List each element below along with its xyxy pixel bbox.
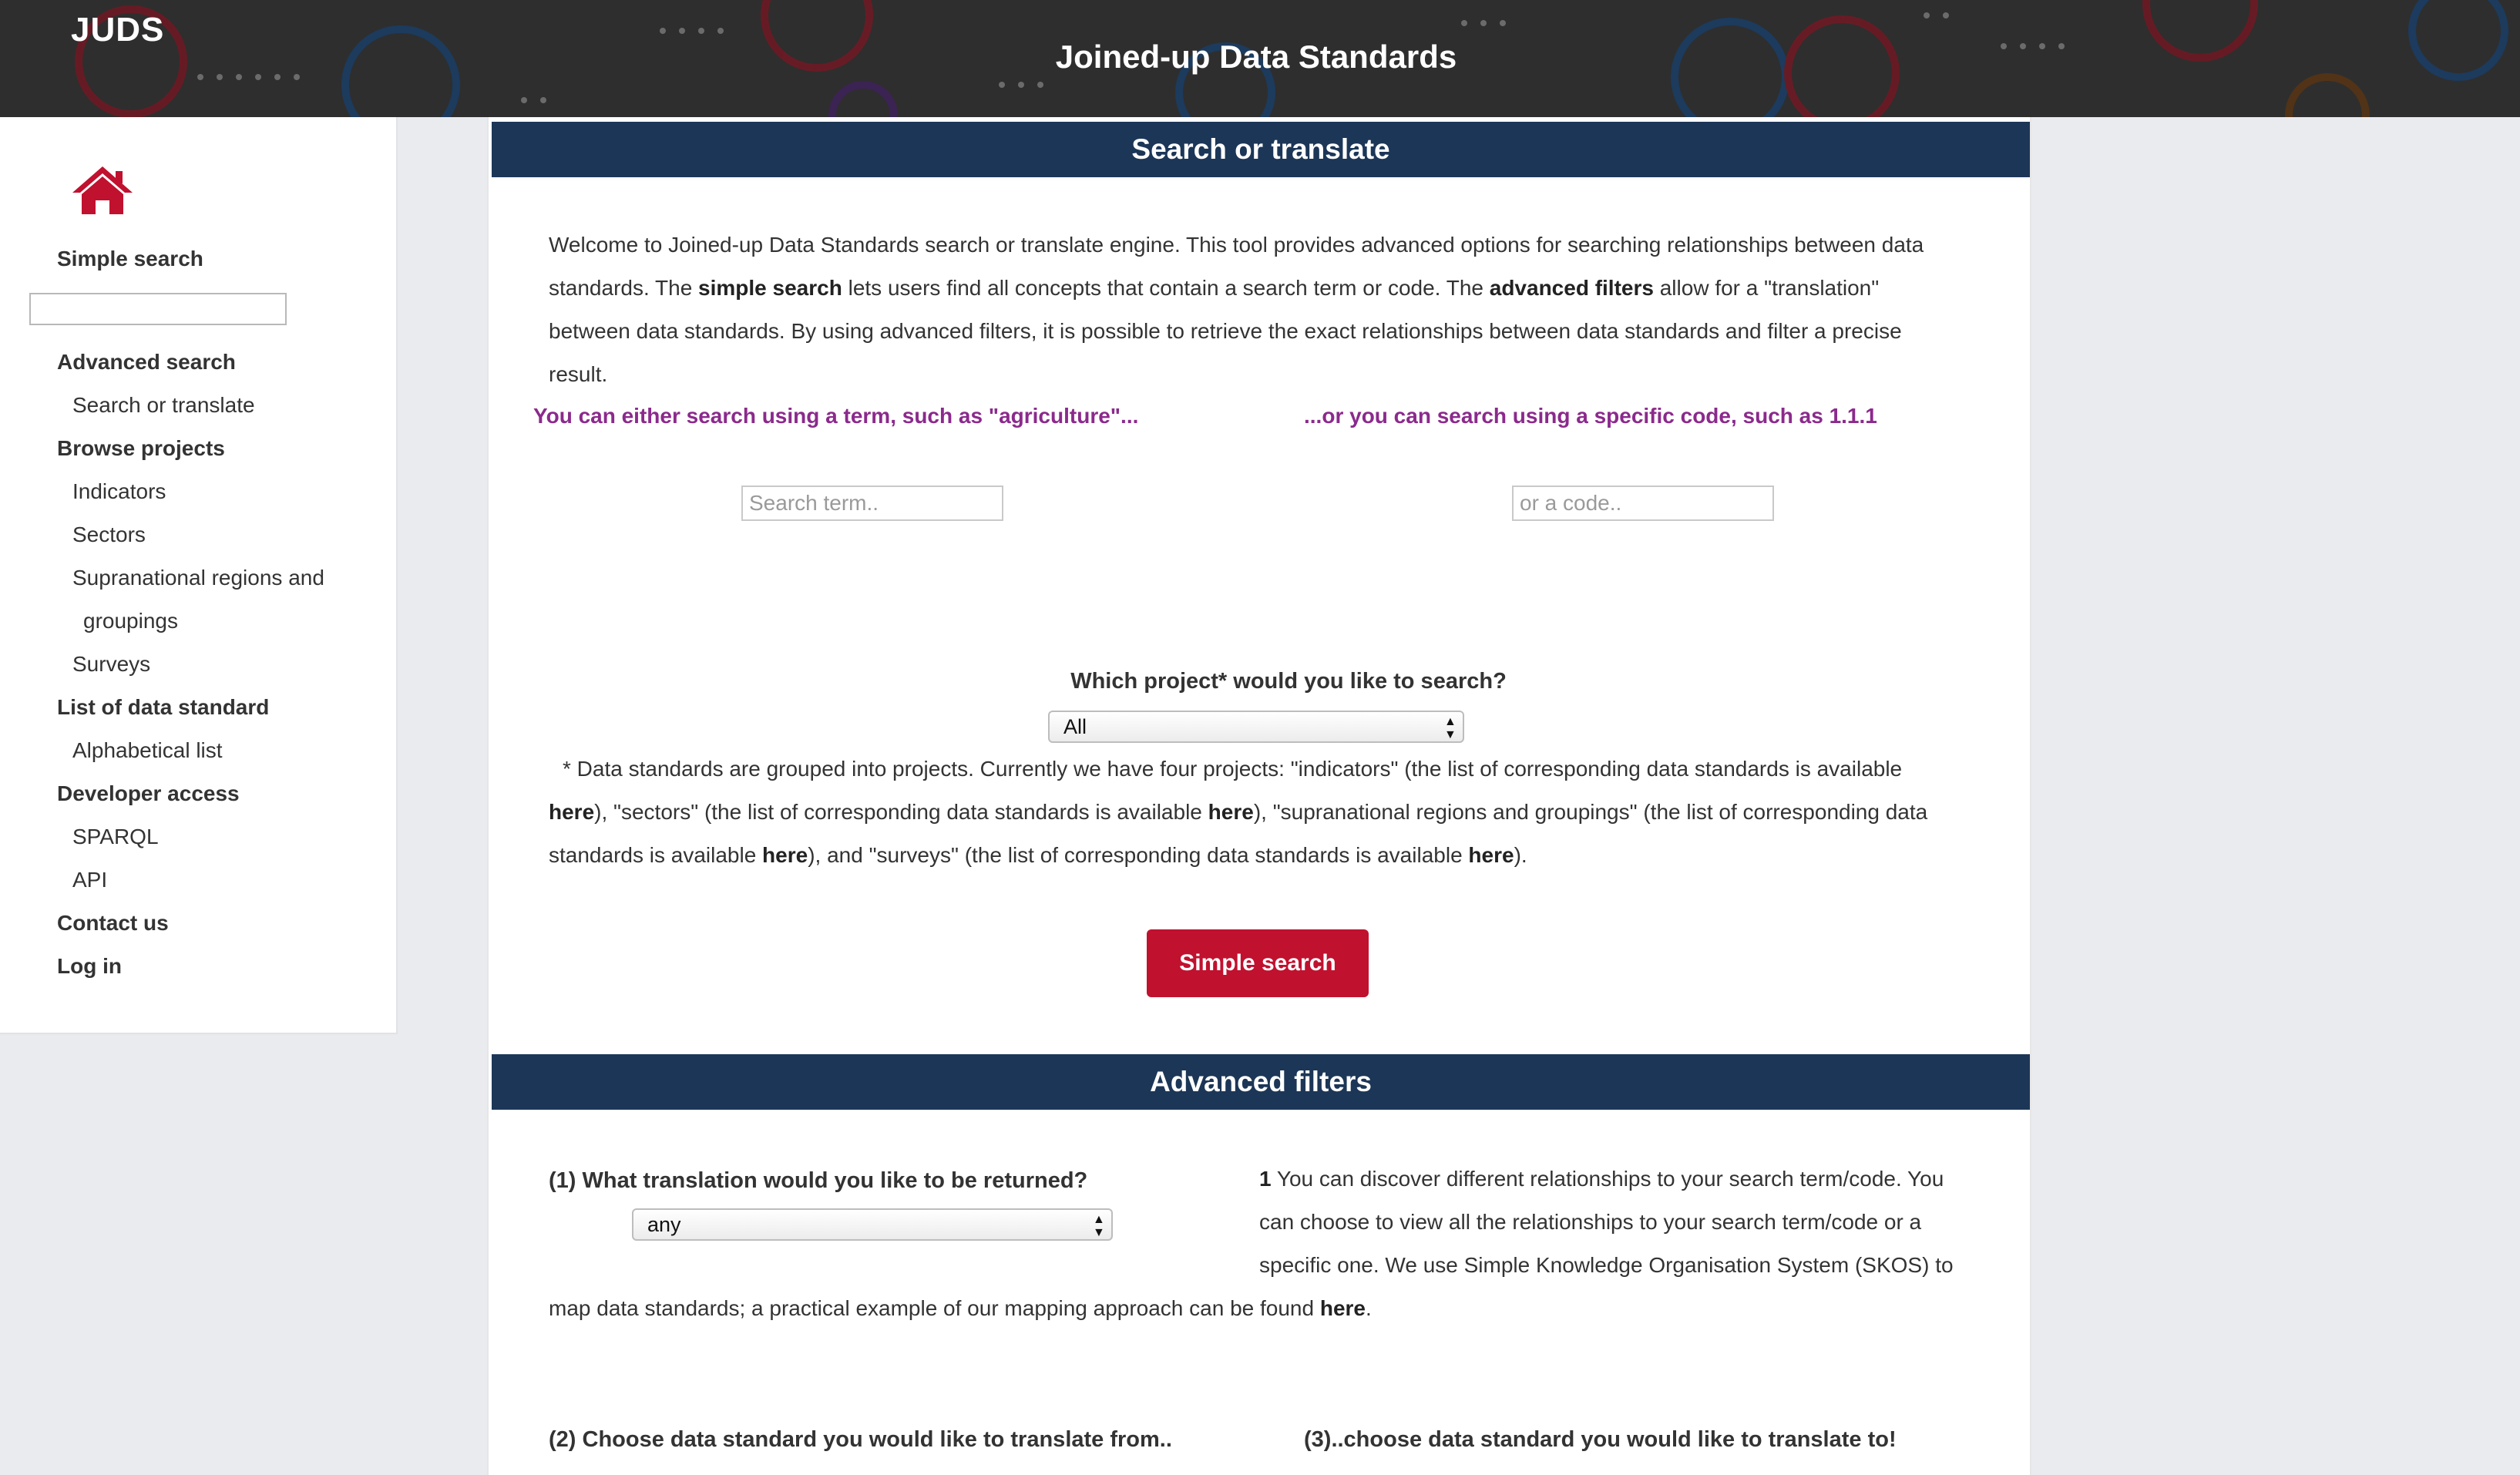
- sidebar: Simple search Advanced search Search or …: [0, 117, 398, 1034]
- select-arrows-icon: ▲ ▼: [1444, 715, 1457, 741]
- advanced-filters-heading: Advanced filters: [492, 1054, 2030, 1110]
- sidebar-item-sparql[interactable]: SPARQL: [72, 825, 159, 849]
- sidebar-item-indicators[interactable]: Indicators: [72, 479, 166, 504]
- search-code-input[interactable]: [1512, 486, 1774, 521]
- sidebar-item-surveys[interactable]: Surveys: [72, 652, 150, 677]
- mapping-info: map data standards; a practical example …: [549, 1296, 1372, 1320]
- translation-select[interactable]: any ▲ ▼: [632, 1208, 1113, 1241]
- sidebar-developer-access[interactable]: Developer access: [57, 781, 240, 806]
- sidebar-contact-us[interactable]: Contact us: [57, 911, 169, 936]
- sidebar-item-api[interactable]: API: [72, 868, 107, 892]
- translate-from-question: (2) Choose data standard you would like …: [549, 1427, 1172, 1452]
- sidebar-item-sectors[interactable]: Sectors: [72, 522, 146, 547]
- sidebar-item-search-or-translate[interactable]: Search or translate: [72, 393, 255, 418]
- sidebar-item-supranational-regions[interactable]: Supranational regions and: [72, 566, 324, 590]
- sidebar-item-alphabetical-list[interactable]: Alphabetical list: [72, 738, 223, 763]
- mapping-here-link[interactable]: here: [1320, 1296, 1366, 1320]
- term-search-hint: You can either search using a term, such…: [533, 404, 1139, 428]
- sidebar-browse-projects[interactable]: Browse projects: [57, 436, 225, 461]
- indicators-here-link[interactable]: here: [549, 800, 594, 824]
- sidebar-item-groupings[interactable]: groupings: [83, 609, 178, 633]
- surveys-here-link[interactable]: here: [1468, 843, 1514, 867]
- simple-search-button[interactable]: Simple search: [1147, 929, 1369, 997]
- sidebar-list-of-data-standard[interactable]: List of data standard: [57, 695, 269, 720]
- project-select[interactable]: All ▲ ▼: [1048, 711, 1464, 743]
- sidebar-log-in[interactable]: Log in: [57, 954, 122, 979]
- regions-here-link[interactable]: here: [762, 843, 808, 867]
- relationship-info: 1 You can discover different relationshi…: [1259, 1167, 1954, 1277]
- intro-paragraph: Welcome to Joined-up Data Standards sear…: [549, 233, 1924, 386]
- projects-note: * Data standards are grouped into projec…: [549, 757, 1928, 867]
- project-question: Which project* would you like to search?: [1070, 669, 1507, 694]
- sidebar-search-input[interactable]: [29, 293, 287, 325]
- translate-to-question: (3)..choose data standard you would like…: [1304, 1427, 1897, 1452]
- site-title: Joined-up Data Standards: [1055, 39, 1457, 75]
- search-term-input[interactable]: [741, 486, 1003, 521]
- sectors-here-link[interactable]: here: [1208, 800, 1254, 824]
- search-or-translate-heading: Search or translate: [492, 122, 2030, 177]
- translation-question: (1) What translation would you like to b…: [549, 1168, 1088, 1193]
- home-icon[interactable]: [71, 165, 134, 216]
- sidebar-advanced-search[interactable]: Advanced search: [57, 350, 236, 375]
- code-search-hint: ...or you can search using a specific co…: [1304, 404, 1877, 428]
- select-arrows-icon: ▲ ▼: [1093, 1213, 1105, 1239]
- sidebar-simple-search-label: Simple search: [57, 247, 203, 270]
- site-header: JUDS Joined-up Data Standards: [0, 0, 2520, 117]
- main-panel: Search or translate Welcome to Joined-up…: [487, 117, 2031, 1475]
